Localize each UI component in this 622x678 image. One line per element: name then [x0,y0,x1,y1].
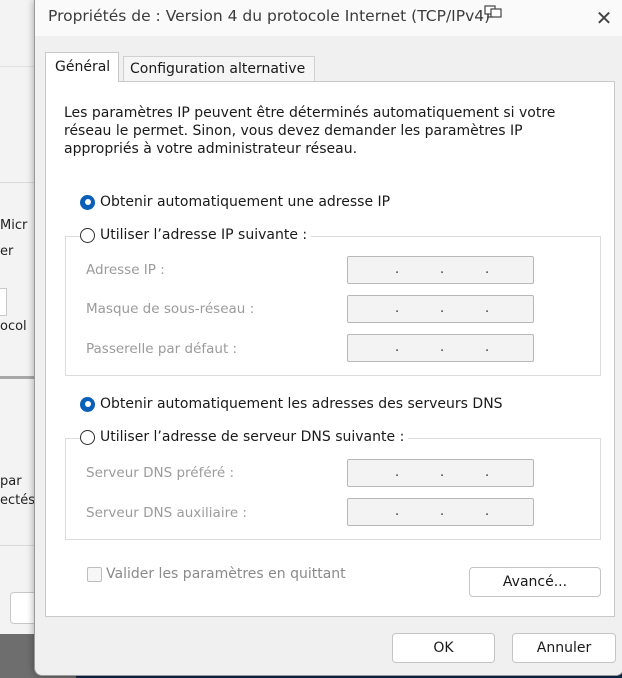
manual-ip-radio[interactable]: Utiliser l’adresse IP suivante : [80,227,312,243]
preferred-dns-field[interactable]: ... [347,459,534,487]
radio-unselected-icon [80,429,95,445]
radio-selected-icon [80,396,95,412]
radio-unselected-icon [80,227,95,243]
checkbox-icon [87,566,102,582]
auto-dns-radio[interactable]: Obtenir automatiquement les adresses des… [80,396,507,412]
background-text: par [0,474,22,489]
close-button[interactable]: ✕ [591,5,617,31]
auto-dns-label: Obtenir automatiquement les adresses des… [100,396,503,412]
cancel-button[interactable]: Annuler [512,633,616,663]
background-text: ectés [0,493,36,508]
network-icon [484,5,502,18]
manual-dns-label: Utiliser l’adresse de serveur DNS suivan… [100,429,405,445]
background-text: ocol [0,319,27,334]
validate-on-exit-label: Valider les paramètres en quittant [106,566,346,582]
advanced-button[interactable]: Avancé... [469,567,601,597]
tab-general[interactable]: Général [45,52,119,82]
manual-dns-radio[interactable]: Utiliser l’adresse de serveur DNS suivan… [80,429,409,445]
dialog-title: Propriétés de : Version 4 du protocole I… [48,7,491,25]
description-text: Les paramètres IP peuvent être déterminé… [64,105,556,157]
tab-alternate-configuration[interactable]: Configuration alternative [123,56,315,81]
ok-button[interactable]: OK [392,633,495,663]
title-bar: Propriétés de : Version 4 du protocole I… [35,0,622,36]
ip-address-label: Adresse IP : [86,262,165,278]
preferred-dns-label: Serveur DNS préféré : [86,465,235,481]
radio-selected-icon [80,194,95,210]
manual-ip-label: Utiliser l’adresse IP suivante : [100,227,308,243]
auto-ip-label: Obtenir automatiquement une adresse IP [100,194,391,210]
subnet-mask-label: Masque de sous-réseau : [86,301,255,317]
background-text: Micr [0,218,28,233]
background-field [0,288,7,316]
alternate-dns-label: Serveur DNS auxiliaire : [86,505,247,521]
ip-address-field[interactable]: ... [347,256,534,284]
subnet-mask-field[interactable]: ... [347,295,534,323]
alternate-dns-field[interactable]: ... [347,498,534,526]
validate-on-exit-checkbox[interactable]: Valider les paramètres en quittant [87,566,346,582]
background-text: er [0,244,14,259]
auto-ip-radio[interactable]: Obtenir automatiquement une adresse IP [80,194,395,210]
tcpip-properties-dialog: Propriétés de : Version 4 du protocole I… [34,0,622,676]
default-gateway-label: Passerelle par défaut : [86,341,238,357]
default-gateway-field[interactable]: ... [347,334,534,362]
